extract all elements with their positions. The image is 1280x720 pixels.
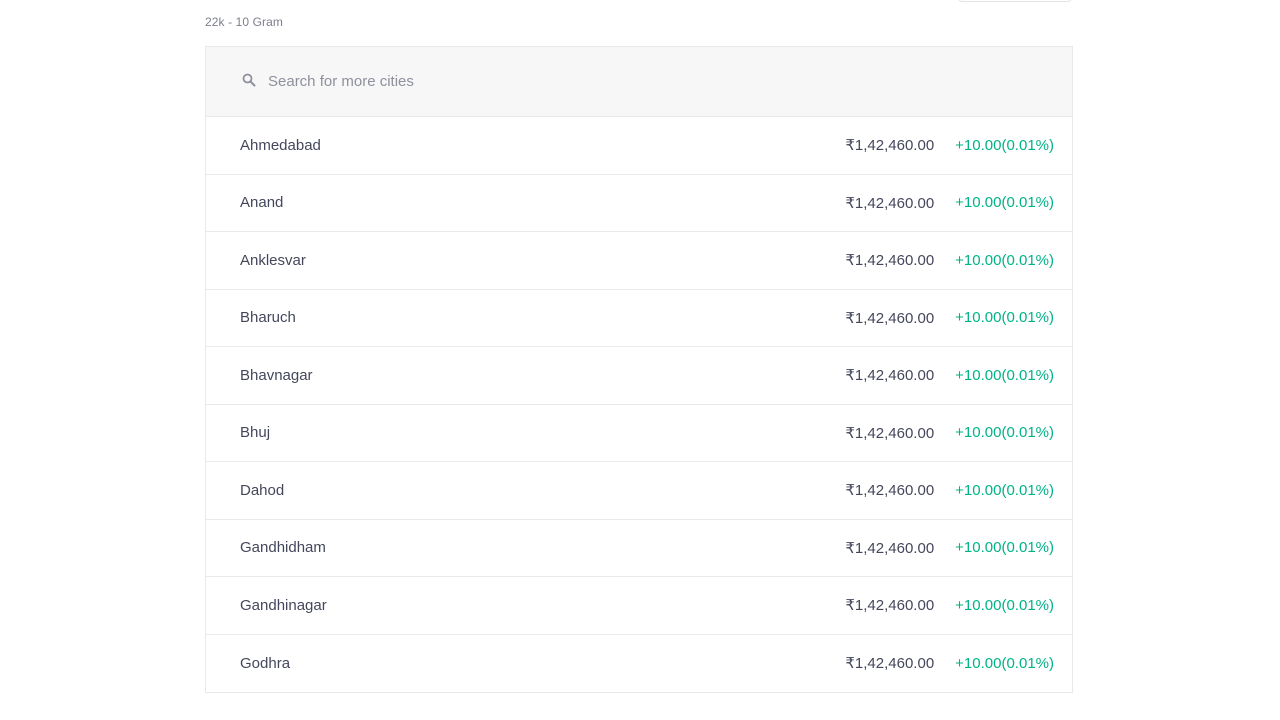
gold-price: ₹1,42,460.00 <box>845 137 935 155</box>
price-change: +10.00(0.01%) <box>955 596 1054 614</box>
price-change: +10.00(0.01%) <box>955 309 1054 327</box>
page: 22k - 10 Gram Ahmedabad ₹1,42,460.00 +10.0… <box>0 0 1280 720</box>
table-row[interactable]: Anand ₹1,42,460.00 +10.00(0.01%) <box>206 175 1072 232</box>
gold-price: ₹1,42,460.00 <box>845 252 935 270</box>
price-change: +10.00(0.01%) <box>955 251 1054 269</box>
table-row[interactable]: Gandhinagar ₹1,42,460.00 +10.00(0.01%) <box>206 577 1072 635</box>
gold-price: ₹1,42,460.00 <box>845 194 935 212</box>
gold-price: ₹1,42,460.00 <box>845 482 935 500</box>
gold-price: ₹1,42,460.00 <box>845 539 935 557</box>
search-icon <box>241 72 257 88</box>
city-name: Bharuch <box>240 309 296 327</box>
table-row[interactable]: Godhra ₹1,42,460.00 +10.00(0.01%) <box>206 635 1072 693</box>
price-change: +10.00(0.01%) <box>955 481 1054 499</box>
city-name: Gandhidham <box>240 539 326 557</box>
city-price-table: Ahmedabad ₹1,42,460.00 +10.00(0.01%) Anand ₹… <box>205 46 1073 693</box>
table-row[interactable]: Ahmedabad ₹1,42,460.00 +10.00(0.01%) <box>206 117 1072 175</box>
gold-price: ₹1,42,460.00 <box>845 655 935 673</box>
city-list: Ahmedabad ₹1,42,460.00 +10.00(0.01%) Anand ₹… <box>206 117 1072 692</box>
city-name: Dahod <box>240 481 285 499</box>
price-change: +10.00(0.01%) <box>955 654 1054 672</box>
price-change: +10.00(0.01%) <box>955 136 1054 154</box>
search-bar[interactable] <box>206 47 1072 117</box>
city-name: Bhavnagar <box>240 366 313 384</box>
unit-dropdown[interactable] <box>958 0 1072 2</box>
city-name: Anklesvar <box>240 251 306 269</box>
price-change: +10.00(0.01%) <box>955 424 1054 442</box>
price-change: +10.00(0.01%) <box>955 539 1054 557</box>
table-row[interactable]: Bhuj ₹1,42,460.00 +10.00(0.01%) <box>206 405 1072 462</box>
table-row[interactable]: Dahod ₹1,42,460.00 +10.00(0.01%) <box>206 462 1072 520</box>
gold-price: ₹1,42,460.00 <box>845 424 935 442</box>
gold-price: ₹1,42,460.00 <box>845 309 935 327</box>
table-row[interactable]: Anklesvar ₹1,42,460.00 +10.00(0.01%) <box>206 232 1072 290</box>
search-input[interactable] <box>268 73 868 90</box>
city-name: Ahmedabad <box>240 136 321 154</box>
table-row[interactable]: Bharuch ₹1,42,460.00 +10.00(0.01%) <box>206 290 1072 347</box>
table-row[interactable]: Bhavnagar ₹1,42,460.00 +10.00(0.01%) <box>206 347 1072 405</box>
price-change: +10.00(0.01%) <box>955 194 1054 212</box>
city-name: Godhra <box>240 654 291 672</box>
city-name: Gandhinagar <box>240 596 327 614</box>
city-name: Bhuj <box>240 424 271 442</box>
table-row[interactable]: Gandhidham ₹1,42,460.00 +10.00(0.01%) <box>206 520 1072 577</box>
city-name: Anand <box>240 194 284 212</box>
gold-price: ₹1,42,460.00 <box>845 597 935 615</box>
price-change: +10.00(0.01%) <box>955 366 1054 384</box>
gold-price: ₹1,42,460.00 <box>845 367 935 385</box>
unit-label: 22k - 10 Gram <box>205 15 283 29</box>
